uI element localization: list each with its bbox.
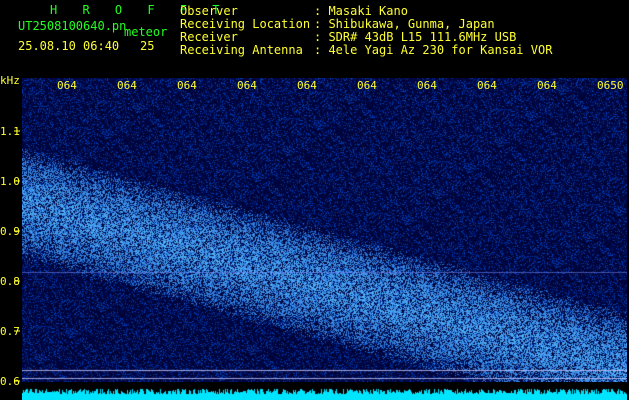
axis-tick-marks xyxy=(14,130,20,382)
